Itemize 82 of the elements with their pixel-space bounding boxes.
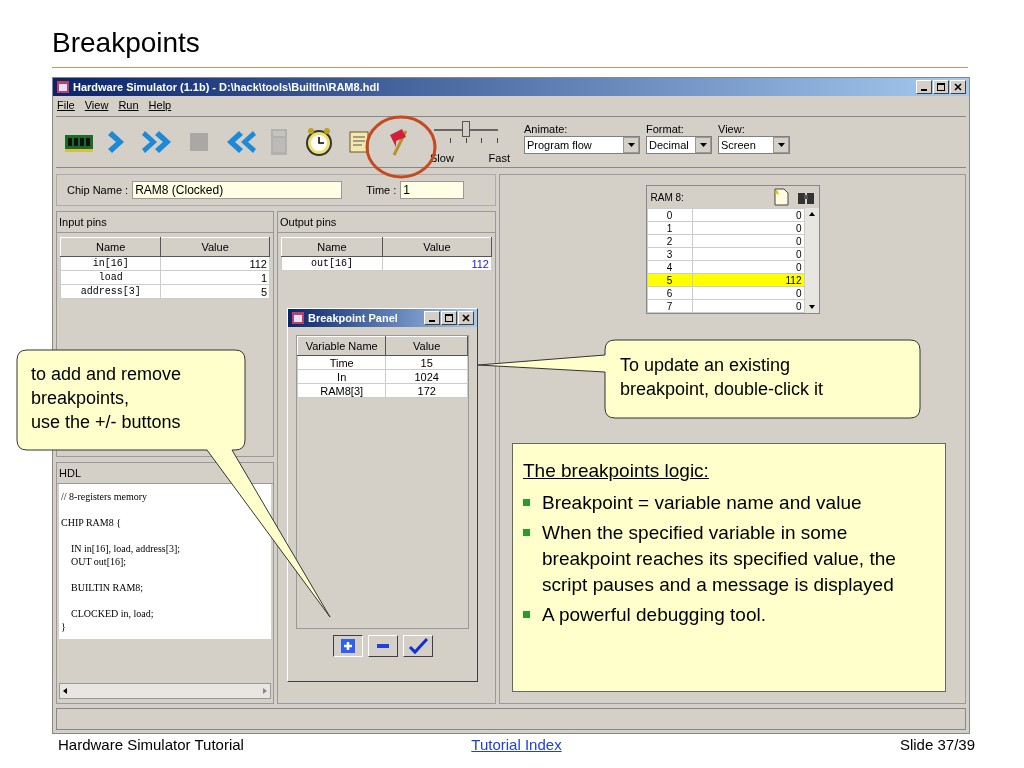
fast-forward-icon xyxy=(142,131,171,153)
callout-text: To update an existing breakpoint, double-click it xyxy=(620,354,824,401)
dropdown-label: Animate: xyxy=(524,122,569,135)
add-button[interactable] xyxy=(332,635,363,657)
maximize-button[interactable] xyxy=(441,311,457,325)
close-icon xyxy=(462,314,470,322)
field-label: Time : xyxy=(366,184,397,196)
close-icon xyxy=(954,83,962,91)
slider-label: Fast xyxy=(488,152,510,164)
minimize-button[interactable] xyxy=(424,311,440,325)
column-header[interactable]: Value xyxy=(382,237,492,257)
tutorial-index-link[interactable]: Tutorial Index xyxy=(471,736,562,753)
code-editor[interactable]: // 8-registers memory CHIP RAM8 { IN in[16], load, address[3]; OUT out[16]; BUILTIN RAM8; CLOCKED in, load; } xyxy=(59,484,271,639)
rewind-icon xyxy=(227,131,256,153)
new-file-icon[interactable] xyxy=(772,188,789,206)
dropdown[interactable]: Program flow xyxy=(524,135,640,154)
step-icon xyxy=(108,131,124,153)
footer-text: Hardware Simulator Tutorial xyxy=(58,736,245,753)
column-header[interactable]: Name xyxy=(60,237,161,257)
column-header[interactable]: Variable Name xyxy=(297,336,386,356)
bullet-text: Breakpoint = variable name and value xyxy=(542,491,862,515)
slide-title: Breakpoints xyxy=(51,26,201,60)
minus-icon xyxy=(376,644,389,648)
slide-number: Slide 37/39 xyxy=(898,736,975,753)
menu-item[interactable]: Help xyxy=(148,99,172,111)
caret-icon xyxy=(699,142,707,147)
menu-item[interactable]: View xyxy=(84,99,109,111)
maximize-icon xyxy=(445,314,453,322)
panel-title: HDL xyxy=(59,467,81,479)
code-line: IN in[16], load, address[3]; xyxy=(70,542,182,555)
value-cell: 0 xyxy=(692,208,804,222)
ok-button[interactable] xyxy=(402,635,433,657)
chip-name-field[interactable]: RAM8 (Clocked) xyxy=(132,181,343,199)
chip-icon xyxy=(65,135,93,152)
dropdown[interactable]: Decimal xyxy=(646,135,712,154)
bullet-text: When the specified variable in some breakpoint reaches its specified value, the script pauses and a message is displayed xyxy=(542,521,897,597)
maximize-icon xyxy=(937,83,945,91)
menu-item[interactable]: File xyxy=(57,99,75,111)
column-header[interactable]: Value xyxy=(160,237,270,257)
address-cell: 0 xyxy=(647,208,692,222)
code-line: } xyxy=(61,620,67,633)
window-title: Breakpoint Panel xyxy=(308,312,399,324)
calculator-icon xyxy=(271,129,287,155)
caret-icon xyxy=(777,142,785,147)
close-button[interactable] xyxy=(458,311,474,325)
flag-icon xyxy=(390,129,408,156)
scrollbar[interactable] xyxy=(59,683,271,699)
code-line: OUT out[16]; xyxy=(70,555,128,568)
field-label: Chip Name : xyxy=(67,184,129,196)
bullet-icon xyxy=(523,529,530,536)
check-icon xyxy=(408,638,428,655)
menu-item[interactable]: Run xyxy=(118,99,139,111)
plus-icon xyxy=(340,639,355,653)
app-icon xyxy=(291,311,305,325)
app-icon xyxy=(56,80,70,94)
table-title: RAM 8: xyxy=(650,191,685,203)
callout-text: to add and remove breakpoints, use the +/- buttons xyxy=(31,363,182,434)
window-title: Hardware Simulator (1.1b) - D:\hack\tools\BuiltIn\RAM8.hdl xyxy=(73,81,381,93)
bullet-text: A powerful debugging tool. xyxy=(542,603,766,627)
dropdown-label: Format: xyxy=(646,122,685,135)
dropdown[interactable]: Screen xyxy=(718,135,790,154)
code-line: CHIP RAM8 { xyxy=(61,516,122,529)
alarm-clock-icon xyxy=(306,128,332,156)
caret-icon xyxy=(627,142,635,147)
code-line: BUILTIN RAM8; xyxy=(70,581,145,594)
column-header[interactable]: Name xyxy=(281,237,383,257)
minimize-button[interactable] xyxy=(916,80,932,94)
scroll-icon xyxy=(349,131,369,153)
dropdown-label: View: xyxy=(718,122,746,135)
column-header[interactable]: Value xyxy=(385,336,468,356)
close-button[interactable] xyxy=(950,80,966,94)
maximize-button[interactable] xyxy=(933,80,949,94)
code-line: CLOCKED in, load; xyxy=(70,607,155,620)
bullet-icon xyxy=(523,499,530,506)
bullet-icon xyxy=(523,611,530,618)
remove-button[interactable] xyxy=(367,635,398,657)
time-field[interactable]: 1 xyxy=(400,181,465,199)
code-line: // 8-registers memory xyxy=(61,490,149,503)
panel-title: Output pins xyxy=(280,216,337,228)
note-heading: The breakpoints logic: xyxy=(523,459,710,483)
stop-icon xyxy=(190,133,208,151)
panel-title: Input pins xyxy=(59,216,107,228)
